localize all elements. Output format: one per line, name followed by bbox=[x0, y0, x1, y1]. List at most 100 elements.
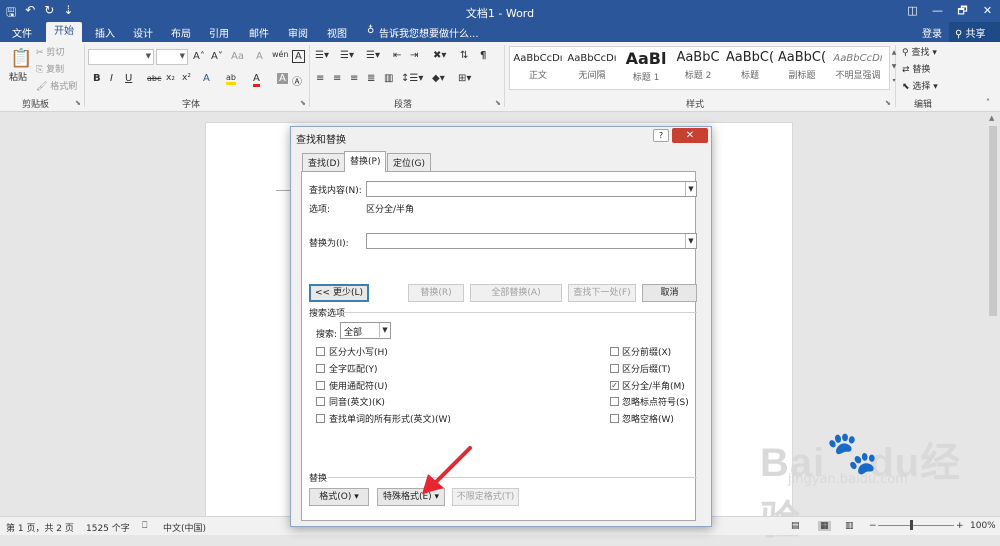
zoom-in-icon[interactable]: + bbox=[956, 521, 964, 531]
whole-word-label[interactable]: 全字匹配(Y) bbox=[329, 362, 378, 375]
copy-button[interactable]: ⎘ 复制 bbox=[36, 62, 64, 75]
replace-with-input[interactable]: ▼ bbox=[366, 233, 697, 249]
tab-insert[interactable]: 插入 bbox=[95, 25, 115, 40]
tab-mailings[interactable]: 邮件 bbox=[249, 25, 269, 40]
zoom-out-icon[interactable]: − bbox=[869, 521, 877, 531]
gallery-more-icon[interactable]: ▾ bbox=[890, 74, 898, 88]
gallery-up-icon[interactable]: ▲ bbox=[890, 46, 898, 60]
font-name-box[interactable]: ▼ bbox=[88, 49, 154, 65]
align-center-icon[interactable]: ≡ bbox=[333, 73, 341, 84]
word-count[interactable]: 1525 个字 bbox=[86, 521, 130, 534]
tab-file[interactable]: 文件 bbox=[12, 25, 32, 40]
character-border-icon[interactable]: A bbox=[292, 50, 305, 63]
style-normal[interactable]: AaBbCcDı 正文 bbox=[512, 47, 564, 89]
style-heading-1[interactable]: AaBl 标题 1 bbox=[620, 47, 672, 89]
all-word-forms-label[interactable]: 查找单词的所有形式(英文)(W) bbox=[329, 412, 451, 425]
paste-button[interactable]: 粘贴 bbox=[9, 70, 27, 83]
show-marks-icon[interactable]: ¶ bbox=[480, 50, 486, 61]
minimize-icon[interactable]: — bbox=[925, 0, 950, 22]
ignore-punctuation-label[interactable]: 忽略标点符号(S) bbox=[622, 395, 689, 408]
character-shading-icon[interactable]: A bbox=[277, 73, 288, 84]
replace-button[interactable]: ⇄ 替换 bbox=[902, 62, 930, 75]
tab-goto[interactable]: 定位(G) bbox=[387, 153, 431, 171]
sort-icon[interactable]: ⇅ bbox=[460, 50, 468, 61]
align-right-icon[interactable]: ≡ bbox=[350, 73, 358, 84]
enclose-characters-icon[interactable]: Ⓐ bbox=[292, 73, 302, 88]
paste-icon[interactable]: 📋 bbox=[10, 48, 32, 69]
find-button[interactable]: ⚲ 查找 ▾ bbox=[902, 45, 937, 58]
print-layout-icon[interactable]: ▦ bbox=[818, 521, 831, 531]
zoom-level[interactable]: 100% bbox=[970, 521, 996, 531]
checkbox-sounds-like[interactable] bbox=[316, 397, 325, 406]
zoom-slider[interactable] bbox=[878, 525, 954, 526]
multilevel-list-icon[interactable]: ☰▾ bbox=[366, 50, 380, 61]
highlight-icon[interactable]: ab bbox=[226, 73, 236, 85]
align-left-icon[interactable]: ≡ bbox=[316, 73, 324, 84]
read-mode-icon[interactable]: ▤ bbox=[791, 521, 800, 531]
checkbox-match-case[interactable] bbox=[316, 347, 325, 356]
style-heading-2[interactable]: AaBbC 标题 2 bbox=[672, 47, 724, 89]
italic-icon[interactable]: I bbox=[110, 73, 113, 84]
clear-format-icon[interactable]: A bbox=[256, 51, 263, 62]
distributed-icon[interactable]: ▥ bbox=[384, 73, 393, 84]
line-spacing-icon[interactable]: ↕☰▾ bbox=[401, 73, 423, 84]
phonetic-guide-icon[interactable]: wén bbox=[272, 50, 289, 59]
shrink-font-icon[interactable]: A˅ bbox=[211, 51, 223, 62]
checkbox-ignore-space[interactable] bbox=[610, 414, 619, 423]
style-subtle-emphasis[interactable]: AaBbCcDı 不明显强调 bbox=[828, 47, 888, 89]
scroll-up-icon[interactable]: ▲ bbox=[989, 114, 994, 122]
select-button[interactable]: ⬉ 选择 ▾ bbox=[902, 79, 938, 92]
tab-review[interactable]: 审阅 bbox=[288, 25, 308, 40]
tab-design[interactable]: 设计 bbox=[133, 25, 153, 40]
match-case-label[interactable]: 区分大小写(H) bbox=[329, 345, 388, 358]
styles-launcher-icon[interactable]: ⬊ bbox=[885, 99, 891, 107]
close-window-icon[interactable]: ✕ bbox=[975, 0, 1000, 22]
shading-icon[interactable]: ◆▾ bbox=[432, 73, 445, 84]
web-layout-icon[interactable]: ▥ bbox=[845, 521, 854, 531]
strikethrough-icon[interactable]: abc bbox=[147, 74, 161, 83]
share-button[interactable]: ⚲ 共享 bbox=[949, 22, 1000, 42]
grow-font-icon[interactable]: A˄ bbox=[193, 51, 205, 62]
decrease-indent-icon[interactable]: ⇤ bbox=[393, 50, 401, 61]
restore-icon[interactable]: 🗗 bbox=[950, 0, 975, 22]
checkbox-match-suffix[interactable] bbox=[610, 364, 619, 373]
checkbox-all-word-forms[interactable] bbox=[316, 414, 325, 423]
less-button[interactable]: << 更少(L) bbox=[309, 284, 369, 302]
cut-button[interactable]: ✂ 剪切 bbox=[36, 45, 64, 58]
bold-icon[interactable]: B bbox=[93, 73, 101, 84]
collapse-ribbon-icon[interactable]: ˄ bbox=[986, 98, 990, 107]
language[interactable]: 中文(中国) bbox=[163, 521, 206, 534]
format-painter-button[interactable]: 🖌 格式刷 bbox=[36, 79, 77, 92]
dialog-close-icon[interactable]: ✕ bbox=[672, 128, 708, 143]
underline-icon[interactable]: U bbox=[125, 73, 132, 84]
tab-layout[interactable]: 布局 bbox=[171, 25, 191, 40]
ribbon-options-icon[interactable]: ◫ bbox=[900, 0, 925, 22]
find-next-button[interactable]: 查找下一处(F) bbox=[568, 284, 636, 302]
increase-indent-icon[interactable]: ⇥ bbox=[410, 50, 418, 61]
superscript-icon[interactable]: x² bbox=[182, 73, 191, 83]
borders-icon[interactable]: ⊞▾ bbox=[458, 73, 471, 84]
match-width-label[interactable]: 区分全/半角(M) bbox=[622, 379, 685, 392]
help-icon[interactable]: ? bbox=[653, 129, 669, 142]
format-button[interactable]: 格式(O) ▾ bbox=[309, 488, 369, 506]
tell-me-search[interactable]: 告诉我您想要做什么... bbox=[379, 25, 479, 40]
clipboard-launcher-icon[interactable]: ⬊ bbox=[75, 99, 81, 107]
find-dropdown-icon[interactable]: ▼ bbox=[685, 182, 696, 196]
checkbox-match-width[interactable]: ✓ bbox=[610, 381, 619, 390]
font-size-box[interactable]: ▼ bbox=[156, 49, 188, 65]
proofing-icon[interactable]: ⎕ bbox=[142, 521, 147, 531]
page-count[interactable]: 第 1 页，共 2 页 bbox=[6, 521, 74, 534]
find-what-input[interactable]: ▼ bbox=[366, 181, 697, 197]
text-effects-icon[interactable]: A bbox=[203, 73, 210, 84]
cancel-button[interactable]: 取消 bbox=[642, 284, 697, 302]
checkbox-wildcards[interactable] bbox=[316, 381, 325, 390]
match-suffix-label[interactable]: 区分后缀(T) bbox=[622, 362, 671, 375]
tab-replace[interactable]: 替换(P) bbox=[344, 151, 387, 172]
justify-icon[interactable]: ≣ bbox=[367, 73, 375, 84]
sounds-like-label[interactable]: 同音(英文)(K) bbox=[329, 395, 385, 408]
style-subtitle[interactable]: AaBbC(副标题 bbox=[776, 47, 828, 89]
zoom-slider-thumb[interactable] bbox=[910, 520, 913, 530]
tab-home[interactable]: 开始 bbox=[46, 22, 82, 42]
tab-view[interactable]: 视图 bbox=[327, 25, 347, 40]
numbering-icon[interactable]: ☰▾ bbox=[340, 50, 354, 61]
